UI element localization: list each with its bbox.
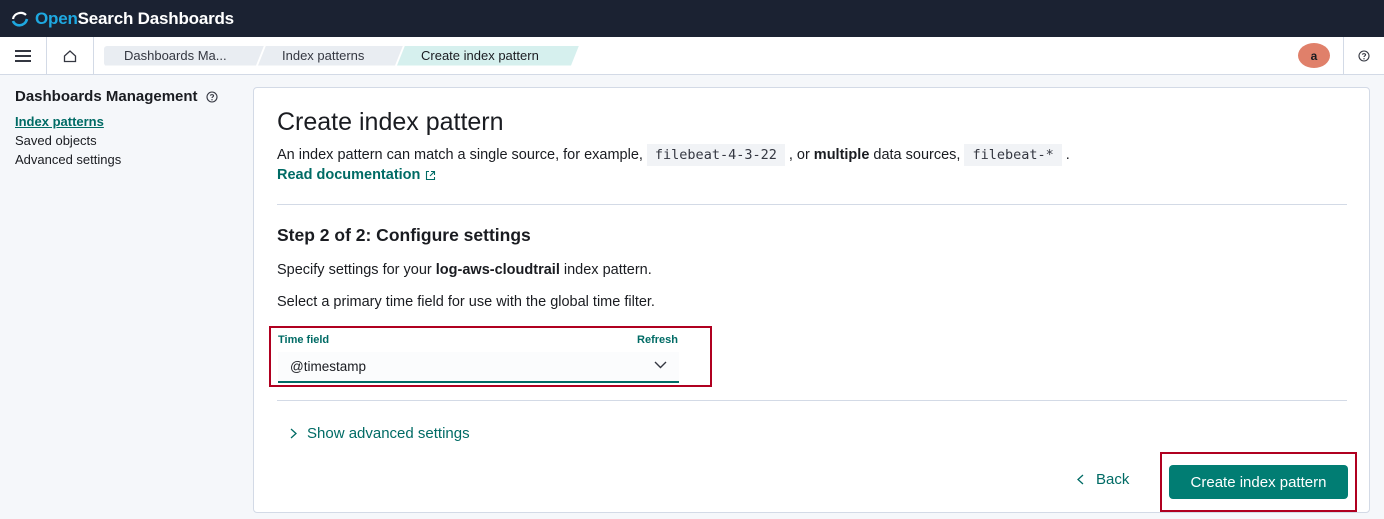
desc-multiple: multiple xyxy=(813,147,870,163)
back-button[interactable]: Back xyxy=(1077,471,1129,488)
sidebar-item-index-patterns[interactable]: Index patterns xyxy=(15,114,104,129)
specify-prefix: Specify settings for your xyxy=(277,262,432,278)
user-avatar[interactable]: a xyxy=(1298,43,1330,68)
refresh-link[interactable]: Refresh xyxy=(637,334,678,346)
index-pattern-name: log-aws-cloudtrail xyxy=(435,262,560,278)
section-divider xyxy=(277,204,1347,205)
chevron-right-icon xyxy=(290,428,297,439)
section-divider xyxy=(277,400,1347,401)
example-single-source: filebeat-4-3-22 xyxy=(646,144,785,166)
opensearch-logo-icon xyxy=(11,11,29,27)
time-field-highlight: Time field Refresh @timestamp xyxy=(269,326,712,387)
opensearch-logo[interactable]: OpenSearch Dashboards xyxy=(10,9,234,29)
home-button[interactable] xyxy=(47,36,94,75)
example-multiple-sources: filebeat-* xyxy=(964,144,1062,166)
desc-mid: data sources, xyxy=(873,147,961,163)
back-label: Back xyxy=(1096,471,1130,488)
show-advanced-settings-label: Show advanced settings xyxy=(307,425,470,442)
show-advanced-settings-toggle[interactable]: Show advanced settings xyxy=(290,425,470,442)
page-description: An index pattern can match a single sour… xyxy=(277,144,1070,166)
breadcrumb: Dashboards Ma... Index patterns Create i… xyxy=(104,46,573,66)
chevron-left-icon xyxy=(1077,474,1084,485)
step-title: Step 2 of 2: Configure settings xyxy=(277,225,531,245)
page-title: Create index pattern xyxy=(277,108,504,136)
time-field-value: @timestamp xyxy=(290,359,366,374)
create-index-pattern-button[interactable]: Create index pattern xyxy=(1169,465,1348,499)
create-index-pattern-panel: Create index pattern An index pattern ca… xyxy=(253,87,1370,513)
select-time-field-hint: Select a primary time field for use with… xyxy=(277,294,655,310)
top-header: OpenSearch Dashboards xyxy=(0,0,1384,37)
help-icon xyxy=(1358,50,1370,62)
logo-text: OpenSearch Dashboards xyxy=(35,9,234,29)
desc-end: . xyxy=(1065,147,1070,163)
breadcrumb-bar: Dashboards Ma... Index patterns Create i… xyxy=(0,36,1384,75)
sidebar: Dashboards Management Index patterns Sav… xyxy=(0,75,250,519)
hamburger-menu-icon xyxy=(15,49,31,62)
desc-or: , or xyxy=(788,147,810,163)
chevron-down-icon xyxy=(654,361,667,369)
external-link-icon xyxy=(426,170,436,180)
breadcrumb-create-index-pattern: Create index pattern xyxy=(397,46,579,66)
breadcrumb-dashboards-management[interactable]: Dashboards Ma... xyxy=(104,46,264,66)
sidebar-title-text: Dashboards Management xyxy=(15,88,198,105)
help-icon[interactable] xyxy=(205,90,218,103)
time-field-label: Time field xyxy=(278,334,330,346)
breadcrumb-index-patterns[interactable]: Index patterns xyxy=(258,46,403,66)
create-button-highlight: Create index pattern xyxy=(1160,452,1357,512)
home-icon xyxy=(63,49,77,62)
read-documentation-link[interactable]: Read documentation xyxy=(277,167,436,183)
read-documentation-label: Read documentation xyxy=(277,167,421,183)
menu-toggle-button[interactable] xyxy=(0,36,47,75)
logo-text-rest: Search Dashboards xyxy=(77,8,234,28)
specify-settings-text: Specify settings for your log-aws-cloudt… xyxy=(277,262,652,278)
specify-suffix: index pattern. xyxy=(563,262,652,278)
sidebar-title: Dashboards Management xyxy=(15,88,218,105)
help-menu-button[interactable] xyxy=(1343,37,1384,75)
sidebar-item-advanced-settings[interactable]: Advanced settings xyxy=(15,152,121,167)
sidebar-item-saved-objects[interactable]: Saved objects xyxy=(15,133,97,148)
logo-text-open: Open xyxy=(35,8,78,28)
time-field-select[interactable]: @timestamp xyxy=(278,352,679,383)
desc-prefix: An index pattern can match a single sour… xyxy=(277,147,643,163)
